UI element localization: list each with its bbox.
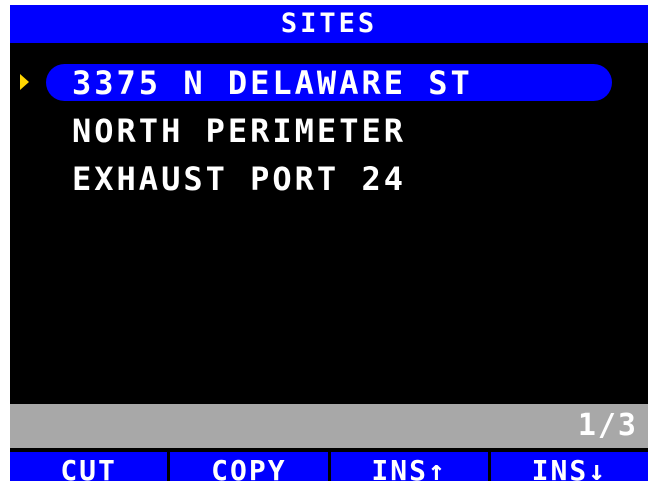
site-item-north-perimeter[interactable]: NORTH PERIMETER <box>10 111 648 159</box>
softkey-bar: CUT COPY INS↑ INS↓ <box>10 452 648 481</box>
insert-above-button[interactable]: INS↑ <box>327 452 488 481</box>
cut-button-label: CUT <box>60 454 117 481</box>
site-label: EXHAUST PORT 24 <box>72 160 406 198</box>
page-indicator: 1/3 <box>577 408 638 443</box>
cut-button[interactable]: CUT <box>10 452 168 481</box>
status-bar: 1/3 <box>10 404 648 448</box>
site-label: 3375 N DELAWARE ST <box>72 64 473 102</box>
insert-below-button-label: INS↓ <box>531 454 608 481</box>
insert-above-button-label: INS↑ <box>371 454 447 481</box>
screen-title: SITES <box>280 8 378 39</box>
insert-below-button[interactable]: INS↓ <box>487 452 648 481</box>
selector-arrow-icon <box>20 74 29 90</box>
copy-button[interactable]: COPY <box>167 452 328 481</box>
device-screen: SITES 3375 N DELAWARE ST NORTH PERIMETER… <box>10 5 648 481</box>
title-bar: SITES <box>10 5 648 43</box>
site-item-3375-n-delaware-st[interactable]: 3375 N DELAWARE ST <box>10 63 648 111</box>
copy-button-label: COPY <box>211 454 287 481</box>
site-list: 3375 N DELAWARE ST NORTH PERIMETER EXHAU… <box>10 63 648 207</box>
site-label: NORTH PERIMETER <box>72 112 406 150</box>
site-item-exhaust-port-24[interactable]: EXHAUST PORT 24 <box>10 159 648 207</box>
